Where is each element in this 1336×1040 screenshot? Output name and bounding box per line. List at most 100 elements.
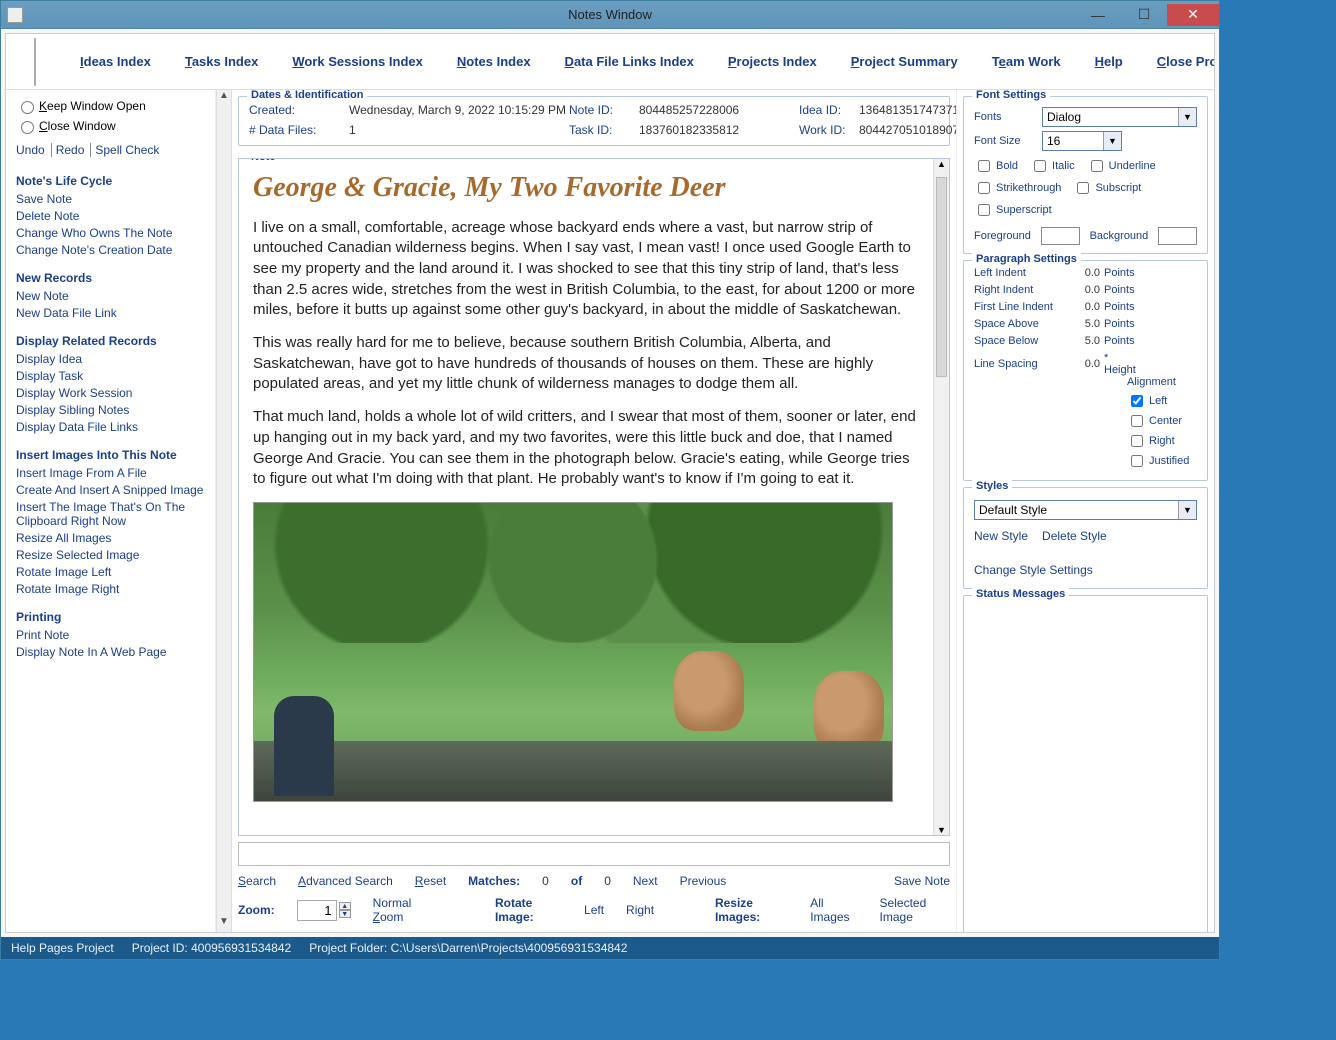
- menu-close-program[interactable]: Close Program: [1157, 54, 1215, 69]
- undo-link[interactable]: Undo: [16, 143, 52, 157]
- space-below-value[interactable]: 5.0: [1064, 335, 1100, 347]
- menu-data-file-links-index[interactable]: Data File Links Index: [565, 54, 694, 69]
- left-indent-label: Left Indent: [974, 267, 1064, 279]
- new-note-link[interactable]: New Note: [16, 289, 205, 303]
- right-panel: Font Settings Fonts Dialog ▼ Font Size 1…: [956, 90, 1214, 932]
- note-scrollbar[interactable]: ▲ ▼: [933, 159, 949, 835]
- space-above-label: Space Above: [974, 318, 1064, 330]
- delete-note-link[interactable]: Delete Note: [16, 209, 205, 223]
- menu-help[interactable]: Help: [1095, 54, 1123, 69]
- underline-checkbox[interactable]: Underline: [1087, 157, 1156, 175]
- italic-checkbox[interactable]: Italic: [1030, 157, 1075, 175]
- display-data-file-links-link[interactable]: Display Data File Links: [16, 420, 205, 434]
- superscript-checkbox[interactable]: Superscript: [974, 201, 1052, 219]
- new-style-link[interactable]: New Style: [974, 529, 1028, 543]
- fonts-label: Fonts: [974, 111, 1034, 123]
- menu-notes-index[interactable]: Notes Index: [457, 54, 531, 69]
- menu-ideas-index[interactable]: Ideas Index: [80, 54, 151, 69]
- first-line-value[interactable]: 0.0: [1064, 301, 1100, 313]
- created-label: Created:: [249, 103, 349, 117]
- display-sibling-notes-link[interactable]: Display Sibling Notes: [16, 403, 205, 417]
- note-paragraph: That much land, holds a whole lot of wil…: [253, 407, 919, 490]
- zoom-input[interactable]: [297, 900, 337, 921]
- align-justified-checkbox[interactable]: Justified: [1127, 452, 1197, 470]
- search-link[interactable]: Search: [238, 874, 276, 888]
- foreground-label: Foreground: [974, 230, 1031, 242]
- matches-label: Matches:: [468, 874, 520, 888]
- insert-clipboard-image-link[interactable]: Insert The Image That's On The Clipboard…: [16, 500, 205, 528]
- left-indent-value[interactable]: 0.0: [1064, 267, 1100, 279]
- menu-project-summary[interactable]: Project Summary: [851, 54, 958, 69]
- display-work-session-link[interactable]: Display Work Session: [16, 386, 205, 400]
- project-folder-label: Project Folder:: [309, 941, 387, 955]
- left-scrollbar[interactable]: ▲ ▼: [216, 90, 232, 932]
- font-size-combo[interactable]: 16 ▼: [1042, 131, 1122, 151]
- display-in-web-page-link[interactable]: Display Note In A Web Page: [16, 645, 205, 659]
- menu-tasks-index[interactable]: Tasks Index: [185, 54, 258, 69]
- normal-zoom-link[interactable]: Normal Zoom: [373, 896, 434, 924]
- rotate-image-right-link[interactable]: Rotate Image Right: [16, 582, 205, 596]
- statusbar: Help Pages Project Project ID: 400956931…: [1, 937, 1219, 959]
- new-data-file-link[interactable]: New Data File Link: [16, 306, 205, 320]
- advanced-search-link[interactable]: Advanced Search: [298, 874, 393, 888]
- previous-link[interactable]: Previous: [680, 874, 727, 888]
- project-id-value: 400956931534842: [191, 941, 291, 955]
- resize-all-images-link[interactable]: Resize All Images: [16, 531, 205, 545]
- paragraph-legend: Paragraph Settings: [972, 253, 1081, 265]
- rotate-left-link[interactable]: Left: [584, 903, 604, 917]
- align-center-checkbox[interactable]: Center: [1127, 412, 1197, 430]
- change-style-settings-link[interactable]: Change Style Settings: [974, 563, 1093, 577]
- right-indent-value[interactable]: 0.0: [1064, 284, 1100, 296]
- task-id-value: 183760182335812: [639, 123, 799, 137]
- note-id-value: 804485257228006: [639, 103, 799, 117]
- scrollbar-thumb[interactable]: [936, 177, 947, 377]
- data-files-value: 1: [349, 123, 569, 137]
- font-family-combo[interactable]: Dialog ▼: [1042, 107, 1197, 127]
- resize-all-link[interactable]: All Images: [810, 896, 857, 924]
- background-label: Background: [1090, 230, 1149, 242]
- strikethrough-checkbox[interactable]: Strikethrough: [974, 179, 1061, 197]
- rotate-image-left-link[interactable]: Rotate Image Left: [16, 565, 205, 579]
- save-note-link[interactable]: Save Note: [16, 192, 205, 206]
- next-link[interactable]: Next: [633, 874, 658, 888]
- keep-window-open-radio[interactable]: Keep Window Open: [16, 98, 205, 114]
- reset-link[interactable]: Reset: [415, 874, 446, 888]
- save-note-action[interactable]: Save Note: [894, 874, 950, 888]
- chevron-down-icon: ▼: [1178, 108, 1196, 126]
- menu-work-sessions-index[interactable]: Work Sessions Index: [292, 54, 423, 69]
- search-input[interactable]: [238, 842, 950, 866]
- app-window: Notes Window — ☐ ✕ Ideas Index Tasks Ind…: [0, 0, 1220, 960]
- print-note-link[interactable]: Print Note: [16, 628, 205, 642]
- bold-checkbox[interactable]: Bold: [974, 157, 1018, 175]
- rotate-right-link[interactable]: Right: [626, 903, 654, 917]
- change-date-link[interactable]: Change Note's Creation Date: [16, 243, 205, 257]
- foreground-swatch[interactable]: [1041, 227, 1080, 245]
- close-window-radio[interactable]: Close Window: [16, 118, 205, 134]
- menu-projects-index[interactable]: Projects Index: [728, 54, 817, 69]
- spell-check-link[interactable]: Spell Check: [95, 143, 165, 157]
- insert-snipped-image-link[interactable]: Create And Insert A Snipped Image: [16, 483, 205, 497]
- change-owner-link[interactable]: Change Who Owns The Note: [16, 226, 205, 240]
- display-idea-link[interactable]: Display Idea: [16, 352, 205, 366]
- subscript-checkbox[interactable]: Subscript: [1073, 179, 1141, 197]
- insert-image-from-file-link[interactable]: Insert Image From A File: [16, 466, 205, 480]
- delete-style-link[interactable]: Delete Style: [1042, 529, 1107, 543]
- align-left-checkbox[interactable]: Left: [1127, 392, 1197, 410]
- note-editor[interactable]: George & Gracie, My Two Favorite Deer I …: [239, 159, 933, 835]
- project-name: Help Pages Project: [11, 941, 114, 955]
- display-task-link[interactable]: Display Task: [16, 369, 205, 383]
- zoom-stepper[interactable]: ▲▼: [339, 902, 351, 918]
- resize-selected-image-link[interactable]: Resize Selected Image: [16, 548, 205, 562]
- space-above-value[interactable]: 5.0: [1064, 318, 1100, 330]
- redo-link[interactable]: Redo: [56, 143, 92, 157]
- background-swatch[interactable]: [1158, 227, 1197, 245]
- resize-selected-link[interactable]: Selected Image: [880, 896, 950, 924]
- style-combo[interactable]: Default Style ▼: [974, 500, 1197, 520]
- align-right-checkbox[interactable]: Right: [1127, 432, 1197, 450]
- menu-team-work[interactable]: Team Work: [992, 54, 1061, 69]
- display-related-header: Display Related Records: [16, 334, 205, 348]
- resize-images-label: Resize Images:: [715, 896, 788, 924]
- first-line-indent-label: First Line Indent: [974, 301, 1064, 313]
- document-icon: [34, 38, 36, 86]
- line-spacing-value[interactable]: 0.0: [1064, 358, 1100, 370]
